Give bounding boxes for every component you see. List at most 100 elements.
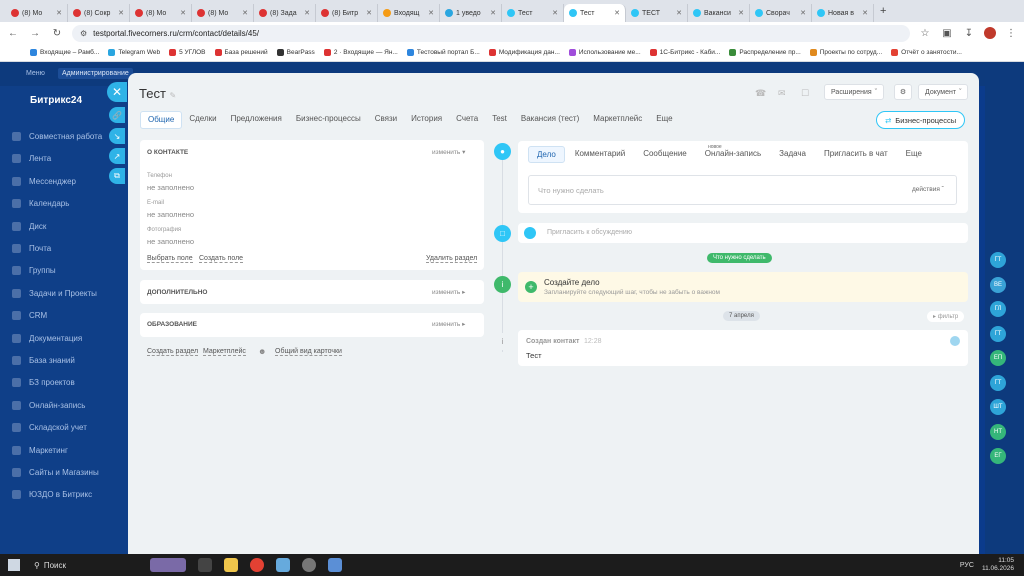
select-field-link[interactable]: Выбрать поле [147,255,193,263]
task-view-icon[interactable] [198,558,212,572]
browser-tab[interactable]: (8) Сокр ✕ [68,4,130,22]
field-value[interactable]: не заполнено [147,210,194,219]
create-activity-card[interactable]: + Создайте дело Запланируйте следующий ш… [518,272,968,302]
browser-tab[interactable]: (8) Мо ✕ [130,4,192,22]
close-tab-icon[interactable]: ✕ [614,9,620,17]
close-tab-icon[interactable]: ✕ [428,9,434,17]
extensions-icon[interactable]: ▣ [940,28,954,39]
bookmark-item[interactable]: База решений [214,49,268,56]
activity-tab[interactable]: Дело [528,146,565,163]
menu-item[interactable]: ЮЗДО в Битрикс [12,490,92,500]
minimize-icon[interactable]: ↘ [109,128,125,144]
tab-9[interactable]: Маркетплейс [586,111,649,129]
document-button[interactable]: Документ ˇ [918,84,969,100]
contact-avatar[interactable]: ЕП [990,350,1006,366]
menu-dots-icon[interactable]: ⋮ [1004,28,1018,39]
menu-item[interactable]: Онлайн-запись [12,400,85,410]
close-tab-icon[interactable]: ✕ [56,9,62,17]
tab-8[interactable]: Вакансия (тест) [514,111,586,129]
settings-button[interactable]: ⚙ [894,84,912,100]
browser-tab[interactable]: 1 уведо ✕ [440,4,502,22]
menu-item[interactable]: Совместная работа [12,132,102,141]
contact-avatar[interactable]: ШТ [990,399,1006,415]
contact-avatar[interactable]: ГТ [990,374,1006,391]
browser-tab[interactable]: (8) Зада ✕ [254,4,316,22]
forward-icon[interactable]: → [28,28,42,39]
tab-1[interactable]: Сделки [182,111,223,129]
chat-icon[interactable]: ☐ [801,88,809,99]
field-value[interactable]: не заполнено [147,237,194,246]
menu-item[interactable]: Документация [12,333,82,343]
menu-item[interactable]: Сайты и Магазины [12,468,99,477]
app-icon[interactable] [276,558,290,572]
activity-tab[interactable]: Задача [771,146,814,163]
tray-clock[interactable]: 11:05 11.06.2026 [982,557,1014,573]
menu-item[interactable]: Маркетинг [12,445,68,455]
tab-0[interactable]: Общие [140,111,183,129]
bookmark-item[interactable]: Модификация дан... [488,49,560,56]
browser-tab[interactable]: Входящ ✕ [378,4,440,22]
activity-tab[interactable]: Пригласить в чат [816,146,896,163]
menu-item[interactable]: Задачи и Проекты [12,288,97,298]
change-link[interactable]: изменить ▾ [432,148,465,156]
tab-2[interactable]: Предложения [224,111,289,129]
field-value[interactable]: не заполнено [147,183,194,192]
download-icon[interactable]: ↧ [962,28,976,39]
browser-tab[interactable]: (8) Битр ✕ [316,4,378,22]
browser-tab[interactable]: Тест ✕ [564,4,626,22]
close-tab-icon[interactable]: ✕ [738,9,744,17]
browser-tab[interactable]: Новая в ✕ [812,4,874,22]
menu-item[interactable]: Почта [12,244,51,253]
close-tab-icon[interactable]: ✕ [552,9,558,17]
admin-link[interactable]: Администрирование [58,68,133,79]
mail-icon[interactable]: ✉ [778,88,786,99]
menu-item[interactable]: Диск [12,221,46,231]
app-icon[interactable] [328,558,342,572]
bitrix-logo[interactable]: Битрикс24 [30,95,82,106]
extensions-button[interactable]: Расширения ˇ [824,84,885,100]
browser-tab[interactable]: ТЕСТ ✕ [626,4,688,22]
edit-title-icon[interactable]: ✎ [170,91,177,100]
contact-avatar[interactable]: ЕГ [990,448,1006,464]
new-tab-icon[interactable]: + [880,5,886,17]
site-info-icon[interactable]: ⚙ [80,29,87,38]
change-link[interactable]: изменить ▸ [432,320,465,328]
delete-section-link[interactable]: Удалить раздел [426,255,478,263]
app-icon[interactable] [302,558,316,572]
profile-avatar[interactable] [984,27,996,39]
browser-tab[interactable]: (8) Мо ✕ [6,4,68,22]
menu-item[interactable]: Складской учет [12,423,87,433]
windows-start-icon[interactable] [8,559,20,571]
bookmark-item[interactable]: 5 УГЛОВ [169,49,206,56]
explorer-icon[interactable] [224,558,238,572]
create-section-link[interactable]: Создать раздел [147,348,199,356]
browser-tab[interactable]: Ваканси ✕ [688,4,750,22]
marketplace-link[interactable]: Маркетплейс [203,348,246,356]
bookmark-item[interactable]: Проекты по сотруд... [809,49,882,56]
tray-lang[interactable]: РУС [960,562,974,569]
contact-avatar[interactable]: НТ [990,423,1006,440]
tab-7[interactable]: Test [485,111,514,129]
taskbar-search[interactable]: ⚲ Поиск [34,561,144,570]
contact-avatar[interactable]: ВЕ [990,276,1006,293]
business-processes-button[interactable]: ⇄ Бизнес-процессы [876,111,966,129]
invite-bar[interactable]: Пригласить к обсуждению [518,223,968,243]
tab-3[interactable]: Бизнес-процессы [289,111,368,129]
actions-dropdown[interactable]: действия ˇ [912,186,944,193]
activity-tab[interactable]: Комментарий [567,146,633,163]
plus-icon[interactable]: + [525,281,537,293]
menu-item[interactable]: Мессенджер [12,176,76,186]
menu-item[interactable]: База знаний [12,356,75,365]
menu-item[interactable]: Лента [12,154,51,164]
close-tab-icon[interactable]: ✕ [862,9,868,17]
bookmark-item[interactable]: Тестовый портал Б... [406,49,480,56]
phone-icon[interactable]: ☎ [755,88,766,99]
link-icon[interactable]: 🔗 [109,107,125,123]
weather-widget-icon[interactable] [150,558,186,572]
activity-tab[interactable]: Сообщение [635,146,695,163]
close-tab-icon[interactable]: ✕ [304,9,310,17]
bookmark-item[interactable]: 1С-Битрикс - Каби... [649,49,720,56]
close-tab-icon[interactable]: ✕ [180,9,186,17]
star-icon[interactable]: ☆ [918,28,932,39]
bookmark-item[interactable]: Распределение пр... [729,49,801,56]
